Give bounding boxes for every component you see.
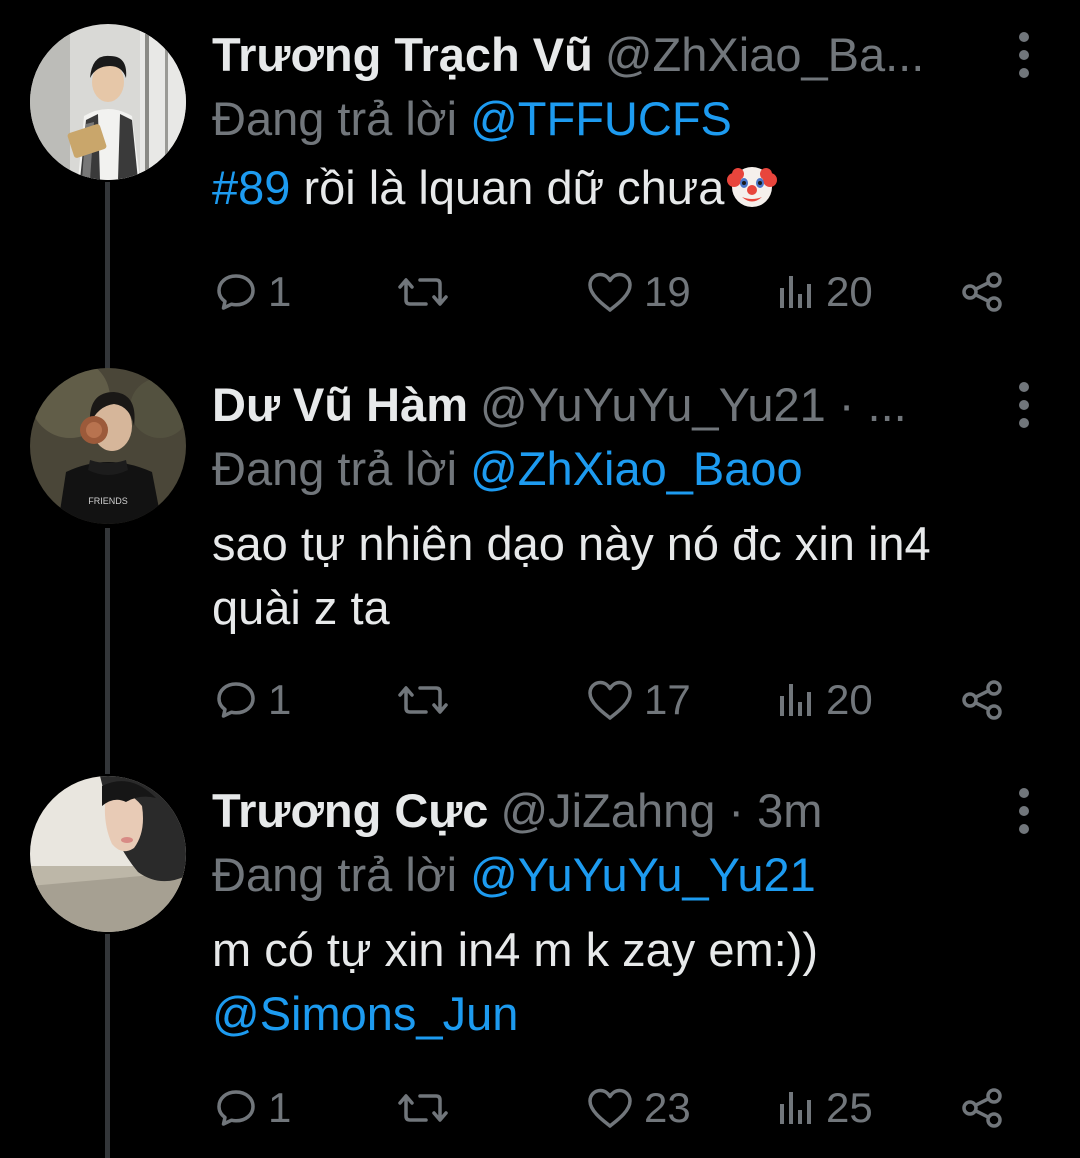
views-icon xyxy=(780,276,811,308)
avatar[interactable] xyxy=(30,776,186,932)
user-handle[interactable]: @JiZahng · 3m xyxy=(500,784,822,837)
user-handle[interactable]: @ZhXiao_Ba... xyxy=(605,28,924,81)
reply-button[interactable]: 1 xyxy=(214,670,291,730)
reply-button[interactable]: 1 xyxy=(214,1078,291,1138)
like-count: 17 xyxy=(644,676,691,723)
views-button[interactable]: 20 xyxy=(776,262,873,322)
retweet-button[interactable] xyxy=(398,670,458,730)
replying-to: Đang trả lời @YuYuYu_Yu21 xyxy=(212,844,1042,906)
display-name[interactable]: Dư Vũ Hàm xyxy=(212,378,468,431)
like-count: 19 xyxy=(644,268,691,315)
mention-link[interactable]: @Simons_Jun xyxy=(212,982,1042,1046)
like-button[interactable]: 23 xyxy=(586,1078,691,1138)
display-name[interactable]: Trương Trạch Vũ xyxy=(212,28,593,81)
views-button[interactable]: 20 xyxy=(776,670,873,730)
heart-icon xyxy=(588,1088,632,1128)
like-button[interactable]: 17 xyxy=(586,670,691,730)
reply-count: 1 xyxy=(268,676,292,723)
tweet-actions: 1 19 20 xyxy=(212,262,1012,322)
tweet-actions: 1 23 25 xyxy=(212,1078,1012,1138)
avatar[interactable] xyxy=(30,24,186,180)
reply-button[interactable]: 1 xyxy=(214,262,291,322)
tweet-text-line: quài z ta xyxy=(212,581,390,634)
retweet-icon xyxy=(398,1094,448,1122)
views-count: 20 xyxy=(826,676,873,723)
views-count: 25 xyxy=(826,1084,873,1131)
tweet-reply[interactable]: Trương Trạch Vũ @ZhXiao_Ba... Đang trả lờ… xyxy=(0,0,1080,340)
reply-to-mention[interactable]: @YuYuYu_Yu21 xyxy=(470,848,816,901)
tweet-text-content: rồi là lquan dữ chưa xyxy=(303,161,725,214)
like-count: 23 xyxy=(644,1084,691,1131)
svg-text:FRIENDS: FRIENDS xyxy=(88,496,128,506)
more-options-icon[interactable] xyxy=(1006,382,1042,428)
retweet-button[interactable] xyxy=(398,262,458,322)
like-button[interactable]: 19 xyxy=(586,262,691,322)
share-button[interactable] xyxy=(960,670,1004,730)
reply-icon xyxy=(217,682,255,718)
avatar[interactable]: FRIENDS xyxy=(30,368,186,524)
replying-to: Đang trả lời @TFFUCFS xyxy=(212,88,1042,150)
tweet-text: sao tự nhiên dạo này nó đc xin in4 quài … xyxy=(212,512,1042,640)
reply-to-mention[interactable]: @TFFUCFS xyxy=(470,92,732,145)
views-icon xyxy=(780,684,811,716)
tweet-reply[interactable]: FRIENDS Dư Vũ Hàm @YuYuYu_Yu21 · ... Đang… xyxy=(0,340,1080,750)
replying-to-label: Đang trả lời xyxy=(212,848,458,901)
tweet-text: #89 rồi là lquan dữ chưa xyxy=(212,156,1042,228)
heart-icon xyxy=(588,272,632,312)
tweet-text-line: sao tự nhiên dạo này nó đc xin in4 xyxy=(212,517,931,570)
reply-count: 1 xyxy=(268,1084,292,1131)
tweet-text-line: m có tự xin in4 m k zay em:)) xyxy=(212,923,819,976)
retweet-icon xyxy=(398,278,448,306)
views-count: 20 xyxy=(826,268,873,315)
tweet-actions: 1 17 20 xyxy=(212,670,1012,730)
user-handle[interactable]: @YuYuYu_Yu21 · ... xyxy=(480,378,907,431)
heart-icon xyxy=(588,680,632,720)
reply-count: 1 xyxy=(268,268,292,315)
views-icon xyxy=(780,1092,811,1124)
share-button[interactable] xyxy=(960,1078,1004,1138)
tweet-header: Trương Trạch Vũ @ZhXiao_Ba... xyxy=(212,22,1042,88)
more-options-icon[interactable] xyxy=(1006,32,1042,78)
replying-to-label: Đang trả lời xyxy=(212,442,458,495)
tweet-header: Trương Cực @JiZahng · 3m xyxy=(212,778,1042,844)
retweet-button[interactable] xyxy=(398,1078,458,1138)
tweet-text: m có tự xin in4 m k zay em:)) @Simons_Ju… xyxy=(212,918,1042,1046)
replying-to: Đang trả lời @ZhXiao_Baoo xyxy=(212,438,1042,500)
reply-to-mention[interactable]: @ZhXiao_Baoo xyxy=(470,442,803,495)
retweet-icon xyxy=(398,686,448,714)
replying-to-label: Đang trả lời xyxy=(212,92,458,145)
reply-icon xyxy=(217,1090,255,1126)
display-name[interactable]: Trương Cực xyxy=(212,784,488,837)
more-options-icon[interactable] xyxy=(1006,788,1042,834)
tweet-header: Dư Vũ Hàm @YuYuYu_Yu21 · ... xyxy=(212,372,1042,438)
hashtag-link[interactable]: #89 xyxy=(212,161,290,214)
share-button[interactable] xyxy=(960,262,1004,322)
share-icon xyxy=(962,1088,1002,1128)
reply-icon xyxy=(217,274,255,310)
clown-face-icon xyxy=(726,160,778,228)
views-button[interactable]: 25 xyxy=(776,1078,873,1138)
share-icon xyxy=(962,272,1002,312)
share-icon xyxy=(962,680,1002,720)
tweet-reply[interactable]: Trương Cực @JiZahng · 3m Đang trả lời @Yu… xyxy=(0,750,1080,1158)
